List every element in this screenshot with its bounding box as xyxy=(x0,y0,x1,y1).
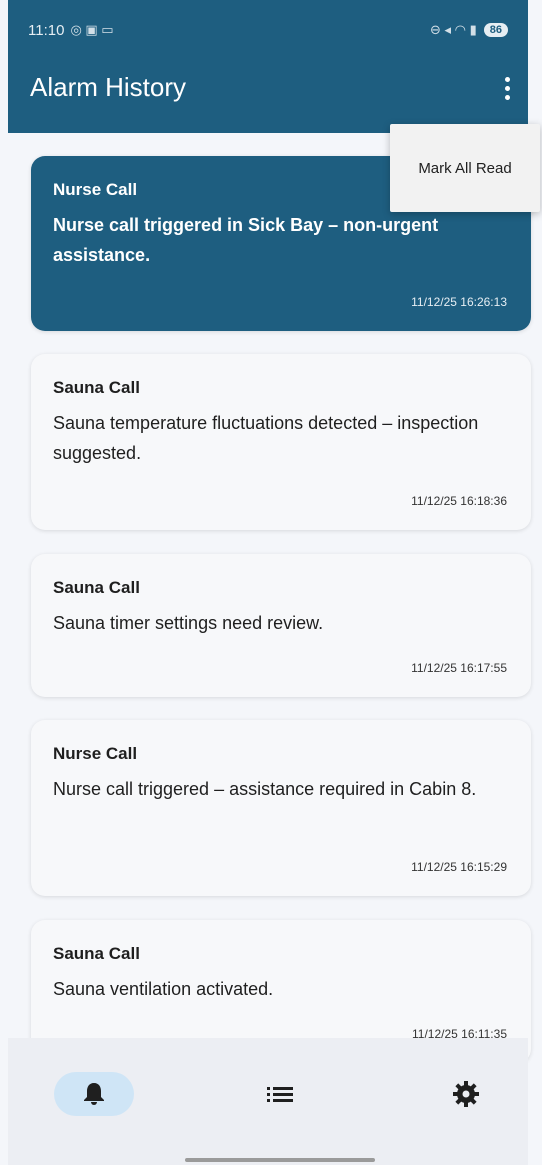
more-vert-icon[interactable] xyxy=(490,70,524,106)
alarm-title: Sauna Call xyxy=(53,378,140,397)
bottom-navigation xyxy=(8,1038,528,1165)
alarm-message: Nurse call triggered – assistance requir… xyxy=(53,779,477,799)
alarm-message: Sauna temperature fluctuations detected … xyxy=(53,413,479,463)
notification-icons: ◎ ▣ ▭ xyxy=(70,22,114,37)
page-title: Alarm History xyxy=(30,72,187,102)
home-indicator[interactable] xyxy=(185,1158,375,1162)
alarm-card[interactable]: Nurse Call Nurse call triggered – assist… xyxy=(31,720,531,896)
battery-icon: 86 xyxy=(483,23,508,37)
menu-item-label: Mark All Read xyxy=(418,159,512,177)
alarm-timestamp: 11/12/25 16:17:55 xyxy=(411,661,507,675)
alarm-message: Nurse call triggered in Sick Bay – non-u… xyxy=(53,215,439,265)
alarm-card[interactable]: Sauna Call Sauna timer settings need rev… xyxy=(31,554,531,697)
nav-alarms[interactable] xyxy=(54,1072,134,1116)
gear-icon xyxy=(453,1081,479,1107)
nav-settings[interactable] xyxy=(426,1072,506,1116)
alarm-card[interactable]: Sauna Call Sauna temperature fluctuation… xyxy=(31,354,531,530)
alarm-message: Sauna ventilation activated. xyxy=(53,979,274,999)
alarm-timestamp: 11/12/25 16:15:29 xyxy=(411,860,507,874)
alarm-title: Nurse Call xyxy=(53,744,138,763)
signal-icons: ⊖ ◂ ◠ ▮ xyxy=(429,22,477,37)
status-bar: 11:10 ◎ ▣ ▭ ⊖ ◂ ◠ ▮ 86 xyxy=(8,0,528,60)
alarm-timestamp: 11/12/25 16:26:13 xyxy=(411,295,507,309)
alarm-timestamp: 11/12/25 16:18:36 xyxy=(411,494,507,508)
app-header: 11:10 ◎ ▣ ▭ ⊖ ◂ ◠ ▮ 86 Alarm History xyxy=(8,0,528,133)
status-time: 11:10 xyxy=(28,21,65,39)
alarm-title: Sauna Call xyxy=(53,578,140,597)
menu-item-mark-all-read[interactable]: Mark All Read xyxy=(390,124,540,212)
alarm-message: Sauna timer settings need review. xyxy=(53,613,324,633)
alarm-title: Sauna Call xyxy=(53,944,140,963)
nav-list[interactable] xyxy=(240,1072,320,1116)
list-icon xyxy=(267,1087,293,1102)
bell-icon xyxy=(84,1083,104,1105)
